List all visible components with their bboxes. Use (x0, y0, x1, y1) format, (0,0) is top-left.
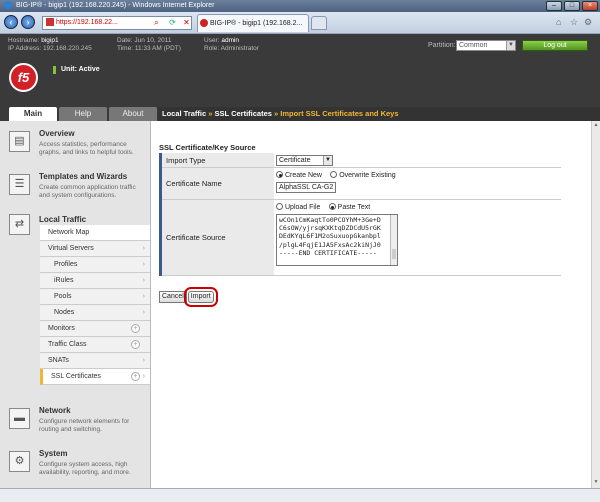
row-import-type: Import Type Certificate ▼ (162, 153, 561, 168)
browser-toolbar: ‹ › https://192.168.22... ⌕ ⟳ ✕ BIG-IP® … (0, 12, 600, 34)
breadcrumb-current: Import SSL Certificates and Keys (280, 109, 399, 118)
partition-select[interactable]: Common ▼ (456, 40, 516, 51)
cancel-button[interactable]: Cancel (159, 291, 187, 303)
scroll-down-icon[interactable]: ▼ (592, 479, 600, 487)
app-header: Hostname: bigip1 IP Address: 192.168.220… (0, 34, 600, 98)
chevron-down-icon: ▼ (506, 41, 515, 50)
network-desc: Configure network elements for routing a… (39, 418, 130, 433)
chevron-down-icon: ▼ (323, 156, 332, 165)
button-row: Cancel Import (159, 287, 218, 307)
certificate-source-label: Certificate Source (162, 200, 274, 275)
import-form: Import Type Certificate ▼ Certificate Na… (159, 153, 561, 276)
sidebar: ▤ Overview Access statistics, performanc… (0, 121, 151, 488)
main-content: SSL Certificate/Key Source Import Type C… (152, 121, 600, 488)
favorites-star-icon[interactable]: ☆ (570, 17, 578, 28)
sidebar-item-irules[interactable]: iRules › (40, 273, 150, 289)
close-window-button[interactable]: × (582, 1, 598, 11)
network-icon: ▬ (9, 408, 30, 429)
add-icon[interactable]: + (131, 372, 140, 381)
row-certificate-name: Certificate Name Create New Overwrite Ex… (162, 168, 561, 200)
breadcrumb: Local Traffic » SSL Certificates » Impor… (158, 107, 600, 121)
search-icon[interactable]: ⌕ (150, 16, 163, 29)
stop-icon[interactable]: ✕ (180, 16, 193, 29)
row-certificate-source: Certificate Source Upload File Paste Tex… (162, 200, 561, 276)
ie-icon (4, 1, 12, 10)
upload-file-radio[interactable] (276, 203, 283, 210)
status-bar (0, 488, 600, 502)
create-new-radio[interactable] (276, 171, 283, 178)
home-icon[interactable]: ⌂ (556, 17, 561, 27)
scroll-up-icon[interactable]: ▲ (592, 122, 600, 130)
overview-desc: Access statistics, performance graphs, a… (39, 141, 134, 156)
maximize-button[interactable]: □ (564, 1, 580, 11)
breadcrumb-ssl-certificates[interactable]: SSL Certificates (215, 109, 272, 118)
local-traffic-subnav: Network Map Virtual Servers › Profiles › i… (40, 225, 150, 385)
logout-button[interactable]: Log out (522, 40, 588, 51)
refresh-icon[interactable]: ⟳ (166, 16, 179, 29)
certificate-name-input[interactable]: AlphaSSL CA-G2 (276, 182, 336, 193)
sidebar-item-network-map[interactable]: Network Map (40, 225, 150, 241)
local-traffic-title[interactable]: Local Traffic (39, 215, 86, 224)
system-icon: ⚙ (9, 451, 30, 472)
sidebar-item-virtual-servers[interactable]: Virtual Servers › (40, 241, 150, 257)
tab-main[interactable]: Main (9, 107, 57, 121)
templates-icon: ☰ (9, 174, 30, 195)
overwrite-existing-radio[interactable] (330, 171, 338, 178)
import-button[interactable]: Import (183, 287, 218, 307)
sidebar-item-traffic-class[interactable]: Traffic Class + (40, 337, 150, 353)
minimize-button[interactable]: – (546, 1, 562, 11)
main-tabs: Main Help About (9, 107, 157, 121)
host-info: Hostname: bigip1 IP Address: 192.168.220… (8, 37, 92, 52)
sidebar-item-pools[interactable]: Pools › (40, 289, 150, 305)
paste-text-radio[interactable] (328, 203, 336, 210)
import-type-select[interactable]: Certificate ▼ (276, 155, 333, 166)
templates-title[interactable]: Templates and Wizards (39, 172, 127, 181)
overview-title[interactable]: Overview (39, 129, 75, 138)
chevron-right-icon: › (142, 357, 145, 364)
add-icon[interactable]: + (131, 340, 140, 349)
sidebar-item-ssl-certificates[interactable]: SSL Certificates + › (40, 369, 150, 385)
chevron-right-icon: › (142, 293, 145, 300)
breadcrumb-local-traffic[interactable]: Local Traffic (162, 109, 206, 118)
textarea-scrollbar[interactable] (390, 215, 397, 265)
chevron-right-icon: › (142, 277, 145, 284)
window-titlebar: BIG-IP® - bigip1 (192.168.220.245) - Win… (0, 0, 600, 12)
unit-status: Unit: Active (53, 66, 100, 74)
chevron-right-icon: › (142, 373, 145, 380)
partition-label: Partition: (428, 42, 456, 49)
gear-icon[interactable]: ⚙ (584, 17, 592, 28)
sidebar-item-profiles[interactable]: Profiles › (40, 257, 150, 273)
back-arrow-icon[interactable]: ‹ (4, 15, 18, 29)
datetime-info: Date: Jun 10, 2011 Time: 11:33 AM (PDT) (117, 37, 181, 52)
sidebar-item-snats[interactable]: SNATs › (40, 353, 150, 369)
tab-help[interactable]: Help (59, 107, 107, 121)
certificate-name-label: Certificate Name (162, 168, 274, 199)
chevron-right-icon: › (142, 309, 145, 316)
import-type-label: Import Type (162, 153, 274, 167)
forward-arrow-icon[interactable]: › (21, 15, 35, 29)
f5-favicon-icon (200, 19, 208, 27)
new-tab-button[interactable] (311, 16, 327, 30)
system-title[interactable]: System (39, 449, 67, 458)
certificate-text-area[interactable]: wCOn1CmKaqtTo0PCOYhM+3Ge+D C6sOW/yjrsqKX… (276, 214, 398, 266)
page-icon (46, 18, 54, 27)
f5-logo: f5 (9, 63, 38, 92)
browser-tab[interactable]: BIG-IP® - bigip1 (192.168.2... (197, 14, 309, 32)
network-title[interactable]: Network (39, 406, 71, 415)
sidebar-item-nodes[interactable]: Nodes › (40, 305, 150, 321)
chevron-right-icon: › (142, 245, 145, 252)
templates-desc: Create common application traffic and sy… (39, 184, 136, 199)
window-title: BIG-IP® - bigip1 (192.168.220.245) - Win… (15, 2, 215, 9)
form-title: SSL Certificate/Key Source (159, 143, 256, 152)
sidebar-item-monitors[interactable]: Monitors + (40, 321, 150, 337)
tab-about[interactable]: About (109, 107, 157, 121)
overview-icon: ▤ (9, 131, 30, 152)
add-icon[interactable]: + (131, 324, 140, 333)
chevron-right-icon: › (142, 261, 145, 268)
page-scrollbar[interactable]: ▲ ▼ (591, 121, 600, 488)
user-info: User: admin Role: Administrator (204, 37, 259, 52)
system-desc: Configure system access, high availabili… (39, 461, 131, 476)
local-traffic-icon: ⇄ (9, 214, 30, 235)
